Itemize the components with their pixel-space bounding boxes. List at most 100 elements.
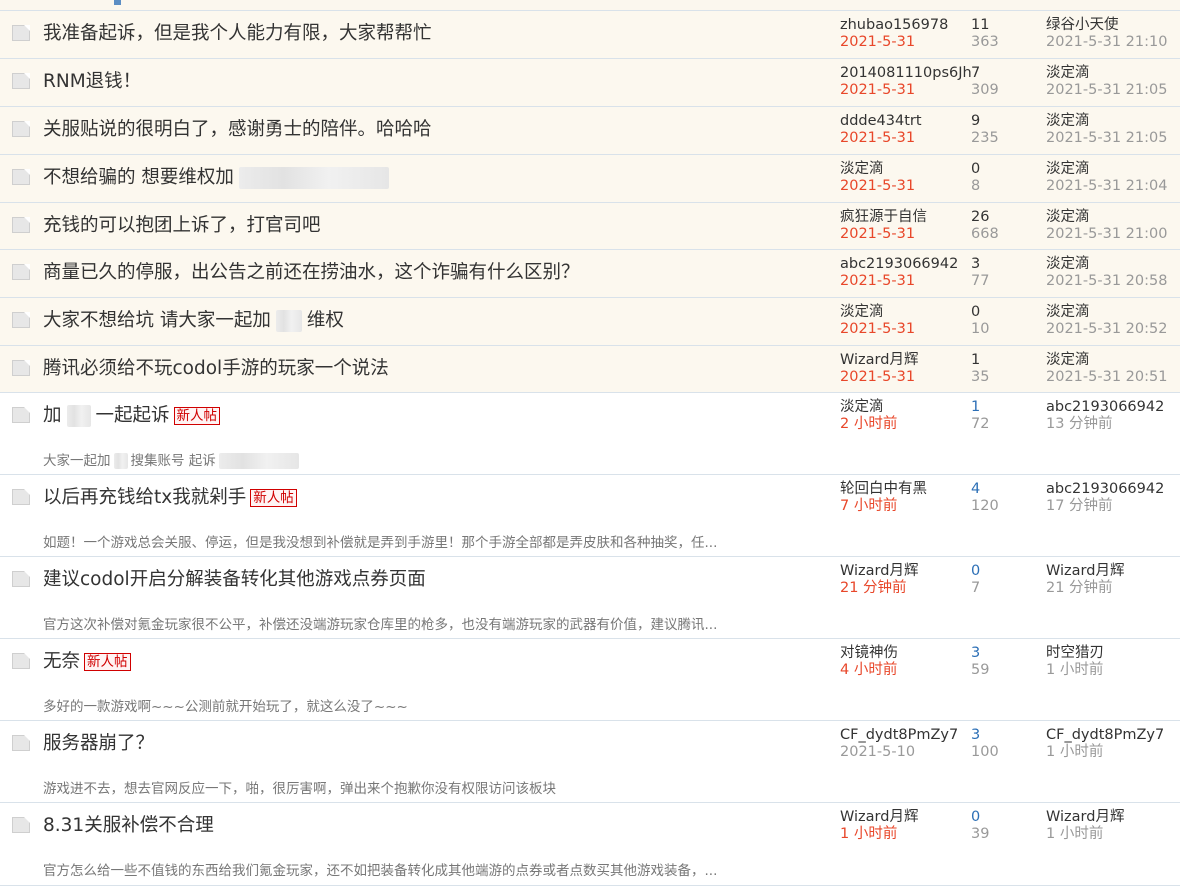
sticky-thread-row[interactable]: 商量已久的停服，出公告之前还在捞油水，这个诈骗有什么区别？ abc21930669… <box>0 250 1180 298</box>
last-post-time-link[interactable]: 17 分钟前 <box>1046 498 1113 515</box>
last-poster-link[interactable]: abc2193066942 <box>1046 481 1164 498</box>
last-post-time-link[interactable]: 2021-5-31 20:51 <box>1046 369 1167 386</box>
thread-reply-count[interactable]: 0 <box>971 809 980 826</box>
thread-excerpt: 如题！一个游戏总会关服、停运，但是我没想到补偿就是弄到手游里！那个手游全部都是弄… <box>43 531 717 551</box>
last-poster-link[interactable]: Wizard月辉 <box>1046 809 1124 826</box>
thread-file-icon-fold <box>24 360 30 366</box>
thread-title-link[interactable]: 充钱的可以抱团上诉了，打官司吧 <box>43 214 321 238</box>
thread-file-icon <box>12 571 33 588</box>
thread-post-date: 21 分钟前 <box>840 580 907 596</box>
thread-author-link[interactable]: 2014081110ps6Jh <box>840 65 972 82</box>
last-post-time-link[interactable]: 1 小时前 <box>1046 744 1103 761</box>
thread-author-link[interactable]: 对镜神伤 <box>840 645 898 662</box>
last-post-time-link[interactable]: 2021-5-31 20:58 <box>1046 273 1167 290</box>
thread-title-link[interactable]: 大家不想给坑 请大家一起加 维权 <box>43 309 344 333</box>
thread-reply-count[interactable]: 1 <box>971 352 980 369</box>
thread-title-link[interactable]: 商量已久的停服，出公告之前还在捞油水，这个诈骗有什么区别？ <box>43 261 580 285</box>
last-poster-link[interactable]: 淡定滴 <box>1046 256 1090 273</box>
thread-author-link[interactable]: 淡定滴 <box>840 304 884 321</box>
last-poster-link[interactable]: CF_dydt8PmZy7 <box>1046 727 1164 744</box>
thread-row[interactable]: 8.31关服补偿不合理 官方怎么给一些不值钱的东西给我们氪金玩家，还不如把装备转化… <box>0 803 1180 886</box>
last-poster-link[interactable]: 淡定滴 <box>1046 161 1090 178</box>
last-poster-link[interactable]: 淡定滴 <box>1046 209 1090 226</box>
last-poster-link[interactable]: 淡定滴 <box>1046 304 1090 321</box>
thread-title-link[interactable]: 不想给骗的 想要维权加 <box>43 166 394 190</box>
thread-excerpt: 大家一起加 搜集账号 起诉 <box>43 449 302 469</box>
thread-reply-count[interactable]: 4 <box>971 481 980 498</box>
thread-author-link[interactable]: 疯狂源于自信 <box>840 209 927 226</box>
last-poster-link[interactable]: 淡定滴 <box>1046 65 1090 82</box>
thread-author-link[interactable]: ddde434trt <box>840 113 922 130</box>
thread-file-icon-fold <box>24 735 30 741</box>
thread-excerpt-text: 如题！一个游戏总会关服、停运，但是我没想到补偿就是弄到手游里！那个手游全部都是弄… <box>43 535 718 551</box>
thread-title-link[interactable]: 我准备起诉，但是我个人能力有限，大家帮帮忙 <box>43 22 432 46</box>
thread-author-link[interactable]: 轮回白中有黑 <box>840 481 927 498</box>
last-poster-link[interactable]: 淡定滴 <box>1046 113 1090 130</box>
thread-row[interactable]: 建议codol开启分解装备转化其他游戏点券页面官方这次补偿对氪金玩家很不公平，补… <box>0 557 1180 639</box>
thread-title-link[interactable]: 服务器崩了？ <box>43 732 154 756</box>
thread-reply-count[interactable]: 1 <box>971 399 980 416</box>
thread-reply-count[interactable]: 0 <box>971 304 980 321</box>
last-post-time-link[interactable]: 1 小时前 <box>1046 826 1103 843</box>
thread-post-date: 2021-5-31 <box>840 130 916 146</box>
thread-author-link[interactable]: Wizard月辉 <box>840 352 918 369</box>
last-post-time-link[interactable]: 2021-5-31 21:05 <box>1046 130 1167 147</box>
last-poster-link[interactable]: abc2193066942 <box>1046 399 1164 416</box>
thread-reply-count[interactable]: 26 <box>971 209 989 226</box>
thread-author-link[interactable]: 淡定滴 <box>840 161 884 178</box>
thread-reply-count[interactable]: 9 <box>971 113 980 130</box>
thread-title-link[interactable]: 加 一起起诉 新人帖 <box>43 404 221 428</box>
thread-excerpt-text: 官方这次补偿对氪金玩家很不公平，补偿还没端游玩家仓库里的枪多，也没有端游玩家的武… <box>43 617 718 633</box>
last-poster-link[interactable]: 淡定滴 <box>1046 352 1090 369</box>
sticky-thread-row[interactable]: RNM退钱！ 2014081110ps6Jh 2021-5-31 7 309 淡定滴 202… <box>0 59 1180 107</box>
thread-title-link[interactable]: 8.31关服补偿不合理 <box>43 814 214 838</box>
thread-reply-count[interactable]: 0 <box>971 161 980 178</box>
last-post-time-link[interactable]: 2021-5-31 21:05 <box>1046 82 1167 99</box>
thread-author-link[interactable]: zhubao156978 <box>840 17 948 34</box>
thread-row[interactable]: 无奈 新人帖 多好的一款游戏啊~~~公测前就开始玩了，就这么没了~~~ 对镜神伤 4 小… <box>0 639 1180 721</box>
thread-row[interactable]: 服务器崩了？ 游戏进不去，想去官网反应一下，啪，很厉害啊，弹出来个抱歉你没有权限访… <box>0 721 1180 803</box>
thread-file-icon <box>12 489 33 506</box>
last-post-time-link[interactable]: 2021-5-31 21:10 <box>1046 34 1167 51</box>
last-poster-link[interactable]: 时空猎刃 <box>1046 645 1104 662</box>
thread-row[interactable]: 加 一起起诉 新人帖 大家一起加 搜集账号 起诉 淡定滴 2 小时前 1 72 abc219306… <box>0 393 1180 475</box>
sticky-thread-row[interactable]: 关服贴说的很明白了，感谢勇士的陪伴。哈哈哈 ddde434trt 2021-5-31… <box>0 107 1180 155</box>
thread-author-link[interactable]: CF_dydt8PmZy7 <box>840 727 958 744</box>
thread-reply-count[interactable]: 7 <box>971 65 980 82</box>
thread-title-link[interactable]: 关服贴说的很明白了，感谢勇士的陪伴。哈哈哈 <box>43 118 432 142</box>
last-poster-link[interactable]: Wizard月辉 <box>1046 563 1124 580</box>
sticky-thread-row[interactable]: 不想给骗的 想要维权加 淡定滴 2021-5-31 0 8 淡定滴 2021-5-31 21… <box>0 155 1180 203</box>
thread-reply-count[interactable]: 0 <box>971 563 980 580</box>
last-poster-link[interactable]: 绿谷小天使 <box>1046 17 1119 34</box>
sticky-thread-row[interactable]: 大家不想给坑 请大家一起加 维权 淡定滴 2021-5-31 0 10 淡定滴 2021-5-… <box>0 298 1180 346</box>
last-post-time-link[interactable]: 2021-5-31 20:52 <box>1046 321 1167 338</box>
thread-title-link[interactable]: 腾讯必须给不玩codol手游的玩家一个说法 <box>43 357 389 381</box>
thread-title-link[interactable]: 以后再充钱给tx我就剁手 新人帖 <box>43 486 297 510</box>
new-member-post-badge: 新人帖 <box>250 489 297 507</box>
thread-post-date: 2021-5-31 <box>840 82 916 98</box>
thread-title-link[interactable]: 建议codol开启分解装备转化其他游戏点券页面 <box>43 568 426 592</box>
thread-reply-count[interactable]: 3 <box>971 645 980 662</box>
thread-file-icon <box>12 360 33 377</box>
thread-reply-count[interactable]: 3 <box>971 256 980 273</box>
last-post-time-link[interactable]: 1 小时前 <box>1046 662 1103 679</box>
last-post-time-link[interactable]: 13 分钟前 <box>1046 416 1113 433</box>
thread-excerpt-text: 多好的一款游戏啊~~~公测前就开始玩了，就这么没了~~~ <box>43 699 408 715</box>
last-post-time-link[interactable]: 2021-5-31 21:00 <box>1046 226 1167 243</box>
thread-author-link[interactable]: Wizard月辉 <box>840 809 918 826</box>
sticky-thread-row[interactable]: 我准备起诉，但是我个人能力有限，大家帮帮忙 zhubao156978 2021-5-… <box>0 11 1180 59</box>
thread-author-link[interactable]: abc2193066942 <box>840 256 958 273</box>
sticky-thread-row[interactable]: 充钱的可以抱团上诉了，打官司吧 疯狂源于自信 2021-5-31 26 668 淡定滴 20… <box>0 203 1180 250</box>
thread-title-link[interactable]: 无奈 新人帖 <box>43 650 131 674</box>
thread-title-link[interactable]: RNM退钱！ <box>43 70 141 94</box>
last-post-time-link[interactable]: 2021-5-31 21:04 <box>1046 178 1167 195</box>
thread-post-date: 2021-5-31 <box>840 226 916 242</box>
sticky-thread-row[interactable]: 腾讯必须给不玩codol手游的玩家一个说法 Wizard月辉 2021-5-31 1 3… <box>0 346 1180 393</box>
thread-reply-count[interactable]: 11 <box>971 17 989 34</box>
thread-row[interactable]: 以后再充钱给tx我就剁手 新人帖如题！一个游戏总会关服、停运，但是我没想到补偿就是… <box>0 475 1180 557</box>
thread-file-icon-fold <box>24 817 30 823</box>
last-post-time-link[interactable]: 21 分钟前 <box>1046 580 1113 597</box>
thread-reply-count[interactable]: 3 <box>971 727 980 744</box>
thread-author-link[interactable]: 淡定滴 <box>840 399 884 416</box>
thread-author-link[interactable]: Wizard月辉 <box>840 563 918 580</box>
